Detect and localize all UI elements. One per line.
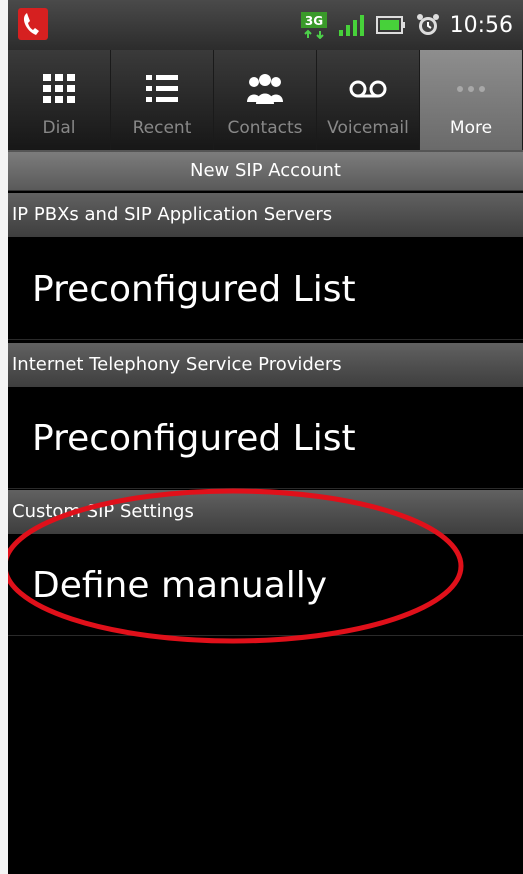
define-manually-item[interactable]: Define manually <box>8 536 523 636</box>
tab-label: Dial <box>42 118 76 138</box>
section-header-custom-sip: Custom SIP Settings <box>8 490 523 534</box>
tab-recent[interactable]: Recent <box>111 50 214 150</box>
signal-bars-icon <box>338 15 364 36</box>
tab-voicemail[interactable]: Voicemail <box>317 50 420 150</box>
tab-label: Voicemail <box>327 118 409 138</box>
list-icon <box>146 75 178 102</box>
voicemail-icon <box>349 80 387 98</box>
tab-bar: Dial Recent Contacts Voicemail More <box>8 50 523 152</box>
preconfigured-list-ip-pbx[interactable]: Preconfigured List <box>8 240 523 340</box>
tab-more[interactable]: More <box>420 50 523 150</box>
tab-dial[interactable]: Dial <box>8 50 111 150</box>
network-label: 3G <box>304 14 322 28</box>
3g-icon: 3G <box>300 12 327 39</box>
clock: 10:56 <box>449 12 513 38</box>
phone-screen: 3G 10:56 Dial Recent Contacts Voicemail … <box>8 0 523 874</box>
section-header-ip-pbx: IP PBXs and SIP Application Servers <box>8 193 523 237</box>
tab-label: Recent <box>132 118 192 138</box>
tab-contacts[interactable]: Contacts <box>214 50 317 150</box>
section-header-itsp: Internet Telephony Service Providers <box>8 343 523 387</box>
dialpad-icon <box>43 74 75 103</box>
page-title: New SIP Account <box>8 152 523 191</box>
battery-icon <box>375 16 405 34</box>
contacts-icon <box>247 74 283 104</box>
preconfigured-list-itsp[interactable]: Preconfigured List <box>8 389 523 489</box>
tab-label: More <box>449 118 493 138</box>
status-bar: 3G 10:56 <box>8 0 523 50</box>
alarm-icon <box>416 14 439 35</box>
tab-label: Contacts <box>227 118 303 138</box>
more-icon <box>457 86 485 92</box>
phone-app-icon <box>18 8 48 40</box>
